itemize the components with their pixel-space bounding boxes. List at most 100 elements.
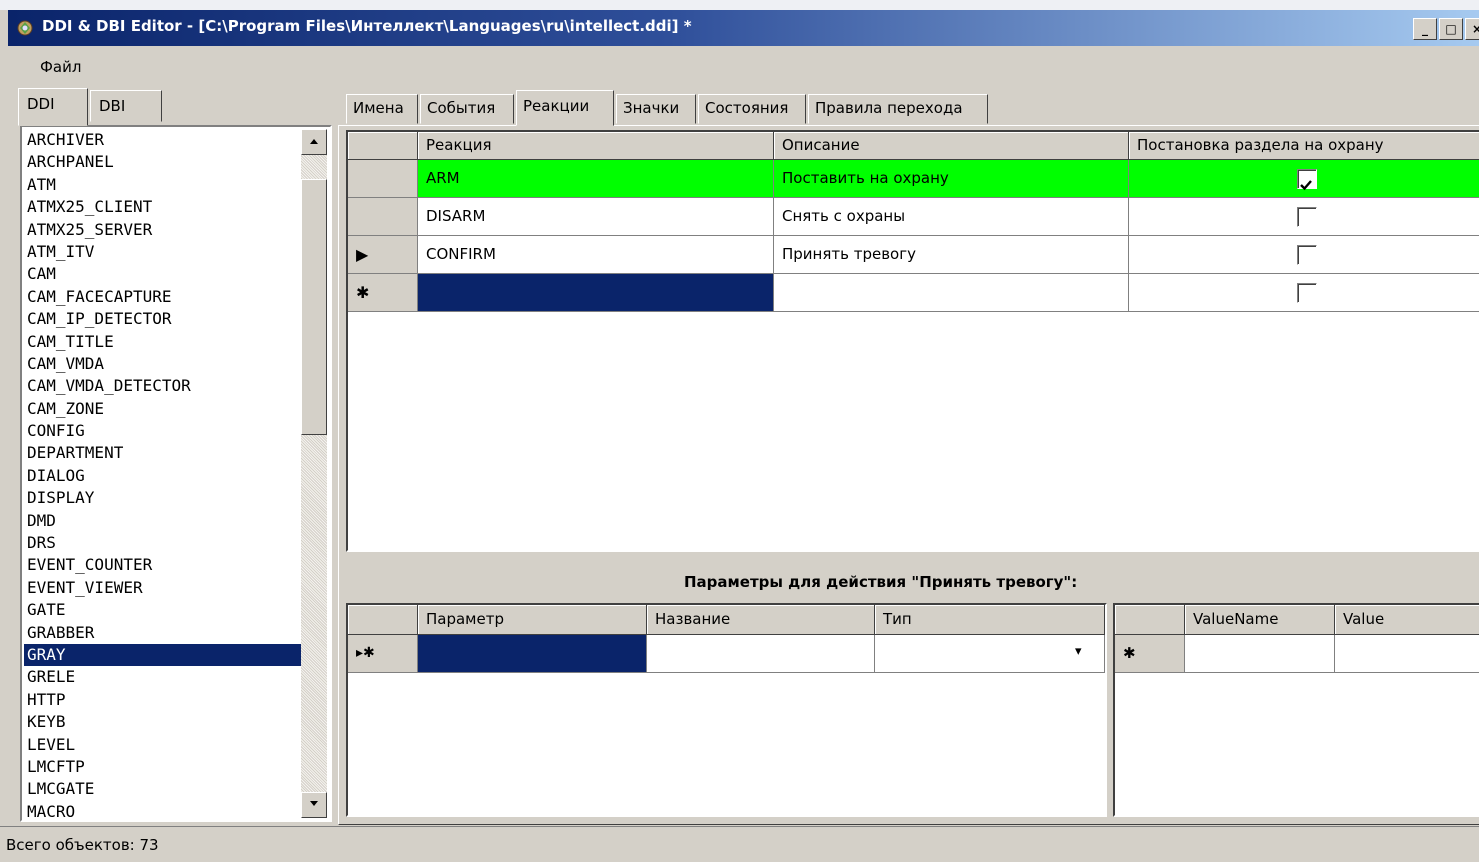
parameter-cell[interactable] [418, 635, 647, 673]
arm-section-cell[interactable] [1129, 160, 1479, 198]
list-item[interactable]: GATE [24, 599, 304, 621]
description-cell[interactable]: Снять с охраны [774, 198, 1129, 236]
list-item[interactable]: ARCHIVER [24, 129, 304, 151]
object-list[interactable]: ARCHIVER ARCHPANEL ATM ATMX25_CLIENT ATMX25_… [20, 125, 332, 822]
list-item[interactable]: ARCHPANEL [24, 151, 304, 173]
list-item[interactable]: ATMX25_SERVER [24, 219, 304, 241]
minimize-button[interactable]: _ [1413, 18, 1437, 40]
reaction-cell[interactable] [418, 274, 774, 312]
dropdown-arrow-icon[interactable]: ▾ [1075, 644, 1082, 659]
values-grid[interactable]: ValueName Value ✱ [1113, 603, 1479, 817]
column-header-description[interactable]: Описание [774, 132, 1129, 160]
list-item[interactable]: KEYB [24, 711, 304, 733]
checkbox[interactable] [1297, 207, 1317, 227]
status-text: Всего объектов: 73 [6, 836, 159, 854]
list-item[interactable]: DISPLAY [24, 487, 304, 509]
grid-corner-header [348, 605, 418, 635]
params-title: Параметры для действия "Принять тревогу"… [684, 573, 1078, 591]
list-item[interactable]: ATM [24, 174, 304, 196]
title-bar: DDI & DBI Editor - [C:\Program Files\Инт… [8, 10, 1479, 46]
reaction-cell[interactable]: DISARM [418, 198, 774, 236]
menu-bar: Файл [8, 46, 1479, 88]
menu-file[interactable]: Файл [40, 58, 81, 76]
arm-section-cell[interactable] [1129, 236, 1479, 274]
list-item[interactable]: GRABBER [24, 622, 304, 644]
checkbox[interactable] [1297, 245, 1317, 265]
value-cell[interactable] [1335, 635, 1479, 673]
list-item[interactable]: LMCFTP [24, 756, 304, 778]
column-header-type[interactable]: Тип [875, 605, 1105, 635]
arrow-down-icon [310, 801, 318, 806]
row-indicator [348, 160, 418, 198]
column-header-valuename[interactable]: ValueName [1185, 605, 1335, 635]
row-indicator: ▸✱ [348, 635, 418, 673]
status-bar: Всего объектов: 73 [0, 826, 1479, 862]
top-cropped-strip [0, 0, 1479, 10]
reaction-cell[interactable]: ARM [418, 160, 774, 198]
tab-reactions[interactable]: Реакции [516, 90, 614, 126]
list-item[interactable]: GRELE [24, 666, 304, 688]
checkbox[interactable] [1297, 283, 1317, 303]
description-cell[interactable]: Поставить на охрану [774, 160, 1129, 198]
tab-transition-rules[interactable]: Правила перехода [808, 94, 988, 124]
tab-icons[interactable]: Значки [616, 94, 696, 124]
list-item[interactable]: ATM_ITV [24, 241, 304, 263]
arm-section-cell[interactable] [1129, 198, 1479, 236]
list-item[interactable]: LEVEL [24, 734, 304, 756]
valuename-cell[interactable] [1185, 635, 1335, 673]
list-item[interactable]: CAM [24, 263, 304, 285]
app-icon [16, 19, 34, 37]
list-item[interactable]: CAM_ZONE [24, 398, 304, 420]
reactions-grid[interactable]: Реакция Описание Постановка раздела на о… [346, 130, 1479, 552]
row-indicator [348, 198, 418, 236]
list-item[interactable]: LMCGATE [24, 778, 304, 800]
list-item[interactable]: CAM_TITLE [24, 331, 304, 353]
list-item[interactable]: HTTP [24, 689, 304, 711]
list-item[interactable]: DEPARTMENT [24, 442, 304, 464]
list-item[interactable]: ATMX25_CLIENT [24, 196, 304, 218]
scroll-down-button[interactable] [301, 792, 327, 818]
list-item[interactable]: DMD [24, 510, 304, 532]
tab-states[interactable]: Состояния [698, 94, 806, 124]
checkbox-checked[interactable] [1297, 169, 1317, 191]
list-item[interactable]: CAM_VMDA_DETECTOR [24, 375, 304, 397]
arrow-up-icon [310, 139, 318, 144]
type-dropdown[interactable]: ▾ [875, 635, 1105, 673]
list-item[interactable]: CONFIG [24, 420, 304, 442]
tab-names[interactable]: Имена [346, 94, 418, 124]
list-item[interactable]: CAM_FACECAPTURE [24, 286, 304, 308]
scroll-up-button[interactable] [301, 129, 327, 155]
object-list-items: ARCHIVER ARCHPANEL ATM ATMX25_CLIENT ATMX25_… [24, 129, 304, 820]
maximize-button[interactable]: □ [1439, 18, 1463, 40]
tab-ddi[interactable]: DDI [18, 88, 88, 126]
list-item[interactable]: DRS [24, 532, 304, 554]
column-header-name[interactable]: Название [647, 605, 875, 635]
list-item[interactable]: CAM_VMDA [24, 353, 304, 375]
checkmark-icon [1300, 180, 1312, 191]
list-item[interactable]: CAM_IP_DETECTOR [24, 308, 304, 330]
list-item[interactable]: DIALOG [24, 465, 304, 487]
list-item[interactable]: EVENT_VIEWER [24, 577, 304, 599]
vertical-scrollbar[interactable] [301, 129, 327, 818]
name-cell[interactable] [647, 635, 875, 673]
column-header-arm-section[interactable]: Постановка раздела на охрану [1129, 132, 1479, 160]
arm-section-cell[interactable] [1129, 274, 1479, 312]
column-header-value[interactable]: Value [1335, 605, 1479, 635]
description-cell[interactable]: Принять тревогу [774, 236, 1129, 274]
row-indicator: ✱ [348, 274, 418, 312]
tab-dbi[interactable]: DBI [90, 90, 162, 122]
row-indicator: ▶ [348, 236, 418, 274]
column-header-parameter[interactable]: Параметр [418, 605, 647, 635]
scroll-thumb[interactable] [301, 179, 327, 435]
list-item[interactable]: GRAY [24, 643, 304, 667]
list-item[interactable]: EVENT_COUNTER [24, 554, 304, 576]
row-indicator: ✱ [1115, 635, 1185, 673]
tab-events[interactable]: События [420, 94, 514, 124]
reaction-cell[interactable]: CONFIRM [418, 236, 774, 274]
column-header-reaction[interactable]: Реакция [418, 132, 774, 160]
description-cell[interactable] [774, 274, 1129, 312]
close-button[interactable]: × [1465, 18, 1479, 40]
parameters-grid[interactable]: Параметр Название Тип ▸✱ ▾ [346, 603, 1107, 817]
list-item[interactable]: MACRO [24, 801, 304, 820]
grid-corner-header [1115, 605, 1185, 635]
